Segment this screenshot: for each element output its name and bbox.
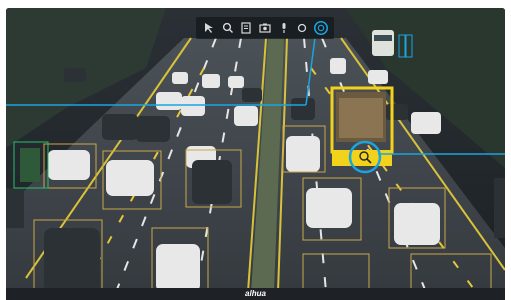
ring-icon[interactable] (295, 21, 309, 35)
cursor-icon[interactable] (202, 21, 216, 35)
snapshot-icon[interactable] (258, 21, 272, 35)
search-icon[interactable] (221, 21, 235, 35)
video-frame[interactable] (6, 8, 505, 292)
video-toolbar (196, 17, 334, 39)
traffic-scene (6, 8, 505, 292)
brand-logo: alhua (245, 289, 266, 298)
smart-search-icon[interactable] (313, 21, 328, 35)
microphone-icon[interactable] (277, 21, 291, 35)
record-icon[interactable] (239, 21, 253, 35)
